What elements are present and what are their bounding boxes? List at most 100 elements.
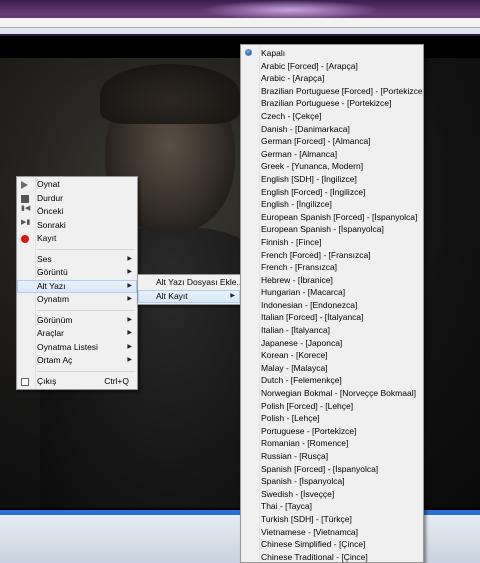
subtitle-track-item[interactable]: Greek - [Yunanca, Modern]: [241, 160, 423, 173]
play-icon: [21, 181, 29, 189]
menu-item-label: Görüntü: [37, 267, 68, 277]
subtitle-track-item[interactable]: Polish [Forced] - [Lehçe]: [241, 400, 423, 413]
subtitle-track-item[interactable]: European Spanish [Forced] - [İspanyolca]: [241, 211, 423, 224]
menu-item-stop[interactable]: Durdur: [17, 192, 137, 206]
subtitle-track-item[interactable]: European Spanish - [İspanyolca]: [241, 223, 423, 236]
subtitle-track-item[interactable]: Russian - [Rusça]: [241, 450, 423, 463]
menu-item-view[interactable]: Görünüm ▶: [17, 314, 137, 328]
subtitle-track-item[interactable]: Portuguese - [Portekizce]: [241, 425, 423, 438]
subtitle-track-label: European Spanish [Forced] - [İspanyolca]: [261, 211, 418, 222]
subtitle-track-label: Danish - [Danimarkaca]: [261, 123, 350, 134]
subtitle-track-item[interactable]: Swedish - [İsveççe]: [241, 488, 423, 501]
subtitle-track-item[interactable]: Chinese Traditional - [Çince]: [241, 551, 423, 562]
subtitle-track-label: Italian - [İtalyanca]: [261, 325, 330, 336]
subtitle-track-item[interactable]: Turkish [SDH] - [Türkçe]: [241, 513, 423, 526]
menu-item-playlist[interactable]: Oynatma Listesi ▶: [17, 341, 137, 355]
subtitle-track-label: Chinese Simplified - [Çince]: [261, 539, 366, 550]
subtitle-track-item[interactable]: Italian - [İtalyanca]: [241, 324, 423, 337]
subtitle-track-item[interactable]: Brazilian Portuguese - [Portekizce]: [241, 97, 423, 110]
context-menu: Oynat Durdur ▮◀ Önceki ▶▮ Sonraki Kayıt …: [16, 176, 138, 390]
subtitle-track-label: Kapalı: [261, 48, 286, 58]
subtitle-track-item[interactable]: Finnish - [Fince]: [241, 236, 423, 249]
subtitle-track-item[interactable]: Danish - [Danimarkaca]: [241, 123, 423, 136]
subtitle-track-item[interactable]: English [Forced] - [İngilizce]: [241, 186, 423, 199]
subtitle-track-item[interactable]: Romanian - [Romence]: [241, 437, 423, 450]
subtitle-track-label: Brazilian Portuguese [Forced] - [Porteki…: [261, 85, 424, 96]
subtitle-track-item[interactable]: Czech - [Çekçe]: [241, 110, 423, 123]
menu-item-previous[interactable]: ▮◀ Önceki: [17, 205, 137, 219]
menu-item-label: Ses: [37, 253, 52, 264]
subtitle-track-item[interactable]: English [SDH] - [İngilizce]: [241, 173, 423, 186]
submenu-arrow-icon: ▶: [127, 316, 132, 323]
subtitle-track-item[interactable]: Hebrew - [İbranice]: [241, 274, 423, 287]
subtitle-track-label: Thai - [Tayca]: [261, 501, 313, 512]
menu-item-subtitle[interactable]: Alt Yazı ▶: [17, 279, 137, 293]
submenu-arrow-icon: ▶: [127, 357, 132, 363]
subtitle-track-label: English [SDH] - [İngilizce]: [261, 173, 357, 184]
next-icon: ▶▮: [21, 218, 31, 226]
subtitle-track-item[interactable]: Chinese Simplified - [Çince]: [241, 538, 423, 551]
menu-item-shortcut: Ctrl+Q: [104, 375, 129, 386]
subtitle-track-item[interactable]: Arabic - [Arapça]: [241, 72, 423, 85]
subtitle-track-item[interactable]: Indonesian - [Endonezca]: [241, 299, 423, 312]
subtitle-track-item[interactable]: Korean - [Korece]: [241, 349, 423, 362]
subtitle-track-item[interactable]: Italian [Forced] - [İtalyanca]: [241, 311, 423, 324]
menu-item-label: Oynatım: [37, 294, 70, 304]
subtitle-track-item[interactable]: German [Forced] - [Almanca]: [241, 135, 423, 148]
menu-item-subtitle-track[interactable]: Alt Kayıt ▶: [138, 289, 240, 303]
subtitle-track-label: Spanish - [İspanyolca]: [261, 476, 345, 487]
menu-item-video[interactable]: Görüntü ▶: [17, 266, 137, 280]
subtitle-track-label: Russian - [Rusça]: [261, 451, 329, 461]
subtitle-track-item[interactable]: Kapalı: [241, 47, 423, 60]
subtitle-track-label: Japanese - [Japonca]: [261, 337, 343, 348]
window-title-bar[interactable]: [0, 18, 480, 28]
menu-item-add-subtitle-file[interactable]: Alt Yazı Dosyası Ekle...: [138, 276, 244, 290]
subtitle-track-label: Finnish - [Fince]: [261, 236, 322, 247]
background-glow: [200, 0, 380, 20]
menu-separator: [17, 307, 137, 314]
subtitle-track-item[interactable]: Arabic [Forced] - [Arapça]: [241, 60, 423, 73]
subtitle-track-item[interactable]: English - [İngilizce]: [241, 198, 423, 211]
previous-icon: ▮◀: [21, 205, 31, 212]
menu-item-next[interactable]: ▶▮ Sonraki: [17, 219, 137, 233]
subtitle-track-label: Arabic - [Arapça]: [261, 73, 325, 84]
subtitle-track-item[interactable]: Hungarian - [Macarca]: [241, 286, 423, 299]
menu-item-audio[interactable]: Ses ▶: [17, 253, 137, 267]
subtitle-track-label: English - [İngilizce]: [261, 199, 332, 210]
subtitle-track-item[interactable]: Dutch - [Felemenkçe]: [241, 374, 423, 387]
subtitle-track-item[interactable]: German - [Almanca]: [241, 148, 423, 161]
subtitle-track-item[interactable]: Vietnamese - [Vietnamca]: [241, 526, 423, 539]
menu-item-tools[interactable]: Araçlar ▶: [17, 327, 137, 341]
subtitle-track-item[interactable]: Japanese - [Japonca]: [241, 337, 423, 350]
subtitle-track-list: Kapalı Arabic [Forced] - [Arapça] Arabic -…: [241, 47, 423, 562]
menu-item-quit[interactable]: Çıkış Ctrl+Q: [17, 375, 137, 389]
subtitle-track-item[interactable]: Malay - [Malayca]: [241, 362, 423, 375]
subtitle-track-item[interactable]: Polish - [Lehçe]: [241, 412, 423, 425]
subtitle-track-item[interactable]: Spanish [Forced] - [İspanyolca]: [241, 463, 423, 476]
subtitle-track-label: Swedish - [İsveççe]: [261, 488, 335, 499]
subtitle-track-label: French - [Fransızca]: [261, 262, 338, 273]
menu-item-label: Oynat: [37, 179, 60, 189]
menu-item-label: Önceki: [37, 206, 64, 216]
subtitle-track-item[interactable]: Spanish - [İspanyolca]: [241, 475, 423, 488]
menu-item-record[interactable]: Kayıt: [17, 232, 137, 246]
menu-item-playback[interactable]: Oynatım ▶: [17, 293, 137, 307]
submenu-arrow-icon: ▶: [127, 330, 132, 336]
menu-item-play[interactable]: Oynat: [17, 178, 137, 192]
subtitle-track-label: Dutch - [Felemenkçe]: [261, 375, 342, 386]
subtitle-track-label: English [Forced] - [İngilizce]: [261, 186, 366, 197]
subtitle-submenu: Alt Yazı Dosyası Ekle... Alt Kayıt ▶: [137, 274, 244, 305]
subtitle-track-item[interactable]: French [Forced] - [Fransızca]: [241, 249, 423, 262]
subtitle-track-item[interactable]: Thai - [Tayca]: [241, 500, 423, 513]
menu-item-open-media[interactable]: Ortam Aç ▶: [17, 354, 137, 368]
subtitle-track-item[interactable]: French - [Fransızca]: [241, 261, 423, 274]
subtitle-track-label: German - [Almanca]: [261, 148, 338, 159]
subtitle-track-item[interactable]: Norwegian Bokmal - [Norveççe Bokmaal]: [241, 387, 423, 400]
exit-icon: [21, 377, 29, 386]
subtitle-track-label: Brazilian Portuguese - [Portekizce]: [261, 98, 392, 109]
subtitle-track-label: Italian [Forced] - [İtalyanca]: [261, 312, 364, 323]
subtitle-track-label: Hungarian - [Macarca]: [261, 287, 346, 298]
subtitle-track-label: Romanian - [Romence]: [261, 438, 349, 449]
menu-item-label: Alt Yazı Dosyası Ekle...: [156, 277, 244, 287]
subtitle-track-item[interactable]: Brazilian Portuguese [Forced] - [Porteki…: [241, 85, 423, 98]
